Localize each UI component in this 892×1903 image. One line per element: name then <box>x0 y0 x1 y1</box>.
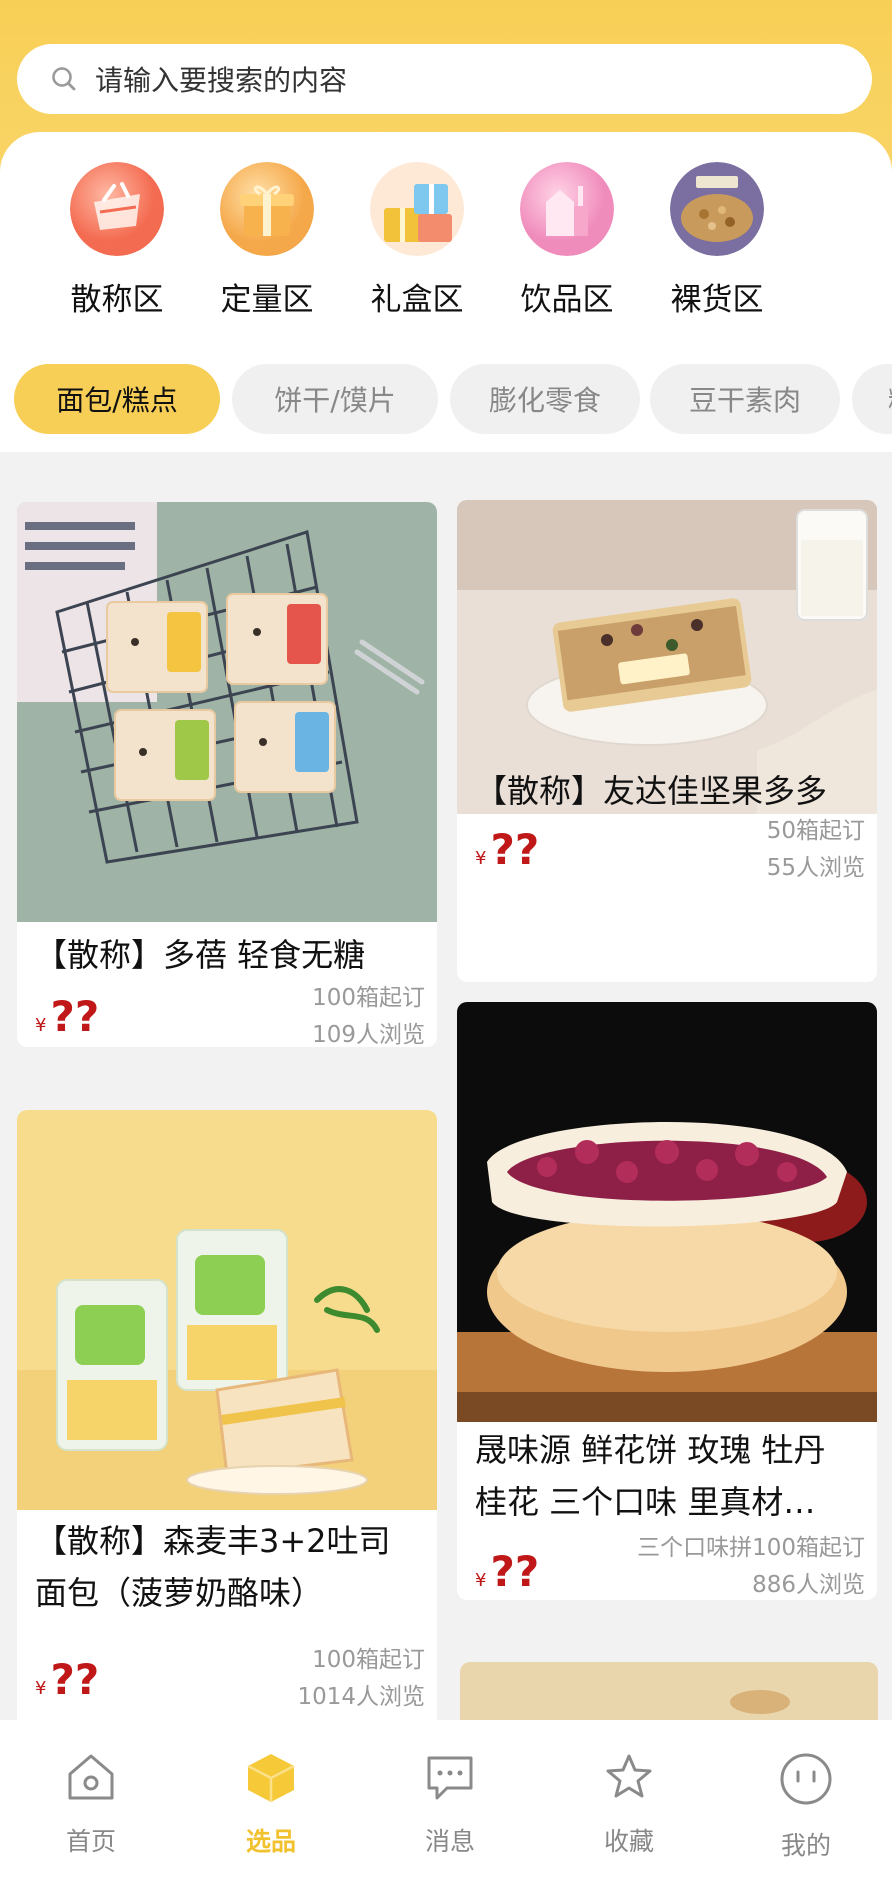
basket-icon <box>70 162 164 256</box>
title-line: 桂花 三个口味 里真材… <box>475 1483 816 1521</box>
min-order: 100箱起订 <box>312 1647 425 1673</box>
tab-favorites[interactable]: 收藏 <box>564 1750 694 1858</box>
product-image <box>460 1662 878 1720</box>
category-row: 散称区 定量区 礼盒区 饮品区 裸货区 <box>0 162 892 332</box>
product-price: ¥?? <box>35 1655 99 1704</box>
gift-boxes-icon <box>370 162 464 256</box>
product-price: ¥?? <box>475 825 539 874</box>
product-image <box>457 1002 877 1422</box>
category-label: 礼盒区 <box>370 282 464 318</box>
box-icon <box>247 1754 295 1802</box>
product-title: 【散称】森麦丰3+2吐司 面包（菠萝奶酪味） <box>35 1515 391 1619</box>
tab-biscuits[interactable]: 饼干/馍片 <box>232 364 438 434</box>
category-label: 定量区 <box>220 282 314 318</box>
tab-label: 收藏 <box>603 1827 654 1856</box>
product-image <box>17 502 437 922</box>
search-bar[interactable]: 请输入要搜索的内容 <box>17 44 872 114</box>
product-meta: 100箱起订 1014人浏览 <box>297 1642 425 1716</box>
product-meta: 100箱起订 109人浏览 <box>312 980 425 1047</box>
product-image <box>17 1110 437 1510</box>
price-amount: ?? <box>50 992 100 1041</box>
view-count: 886人浏览 <box>752 1572 865 1598</box>
title-line: 面包（菠萝奶酪味） <box>35 1574 324 1612</box>
product-feed[interactable]: 【散称】多蓓 轻食无糖 ¥?? 100箱起订 109人浏览 【散称】友达佳坚果多… <box>0 455 892 1720</box>
product-card[interactable]: 【散称】友达佳坚果多多 ¥?? 50箱起订 55人浏览 <box>457 500 877 982</box>
product-card[interactable]: 晟味源 鲜花饼 玫瑰 牡丹 桂花 三个口味 里真材… ¥?? 三个口味拼100箱… <box>457 1002 877 1600</box>
product-meta: 三个口味拼100箱起订 886人浏览 <box>637 1530 865 1600</box>
min-order: 100箱起订 <box>312 985 425 1011</box>
product-card[interactable]: 【散称】森麦丰3+2吐司 面包（菠萝奶酪味） ¥?? 100箱起订 1014人浏… <box>17 1110 437 1720</box>
drink-carton-icon <box>520 162 614 256</box>
home-icon <box>68 1754 114 1800</box>
search-icon <box>52 67 76 91</box>
status-bar <box>0 0 892 20</box>
view-count: 109人浏览 <box>312 1022 425 1047</box>
tab-label: 我的 <box>780 1831 831 1860</box>
message-icon <box>427 1756 473 1800</box>
price-amount: ?? <box>490 825 540 874</box>
subcategory-tabs: 面包/糕点 饼干/馍片 膨化零食 豆干素肉 糖 <box>0 364 892 434</box>
bottom-tab-bar: 首页 选品 消息 收藏 我的 <box>0 1720 892 1903</box>
category-label: 裸货区 <box>670 282 764 318</box>
profile-face-icon <box>780 1753 832 1805</box>
product-price: ¥?? <box>35 992 99 1041</box>
tab-home[interactable]: 首页 <box>26 1750 156 1858</box>
star-icon <box>606 1754 652 1798</box>
product-title: 【散称】多蓓 轻食无糖 <box>35 936 366 974</box>
category-unpackaged[interactable]: 裸货区 <box>637 162 797 319</box>
category-drinks[interactable]: 饮品区 <box>487 162 647 319</box>
category-fixed[interactable]: 定量区 <box>187 162 347 319</box>
product-card[interactable]: 【散称】多蓓 轻食无糖 ¥?? 100箱起订 109人浏览 <box>17 502 437 1047</box>
product-meta: 50箱起订 55人浏览 <box>767 813 865 887</box>
tab-bread-pastry[interactable]: 面包/糕点 <box>14 364 220 434</box>
category-panel: 散称区 定量区 礼盒区 饮品区 裸货区 面包/糕点 饼干/馍片 膨化零食 豆干素… <box>0 132 892 452</box>
category-label: 饮品区 <box>520 282 614 318</box>
tab-profile[interactable]: 我的 <box>741 1750 871 1862</box>
snack-photo-icon <box>670 162 764 256</box>
currency-symbol: ¥ <box>475 848 487 869</box>
min-order: 三个口味拼100箱起订 <box>637 1535 865 1561</box>
tab-label: 选品 <box>245 1827 296 1856</box>
tab-tofu-snacks[interactable]: 豆干素肉 <box>650 364 840 434</box>
product-title: 晟味源 鲜花饼 玫瑰 牡丹 桂花 三个口味 里真材… <box>475 1424 826 1528</box>
currency-symbol: ¥ <box>35 1015 47 1036</box>
currency-symbol: ¥ <box>35 1678 47 1699</box>
gift-box-icon <box>220 162 314 256</box>
view-count: 1014人浏览 <box>297 1684 425 1710</box>
price-amount: ?? <box>490 1547 540 1596</box>
product-title: 【散称】友达佳坚果多多 <box>475 772 828 810</box>
category-giftbox[interactable]: 礼盒区 <box>337 162 497 319</box>
tab-label: 首页 <box>65 1827 116 1856</box>
view-count: 55人浏览 <box>766 855 865 881</box>
price-amount: ?? <box>50 1655 100 1704</box>
min-order: 50箱起订 <box>766 818 865 844</box>
category-label: 散称区 <box>70 282 164 318</box>
category-bulk[interactable]: 散称区 <box>37 162 197 319</box>
title-line: 【散称】森麦丰3+2吐司 <box>35 1522 391 1560</box>
title-line: 晟味源 鲜花饼 玫瑰 牡丹 <box>475 1431 826 1469</box>
tab-puffed-snacks[interactable]: 膨化零食 <box>450 364 640 434</box>
search-placeholder: 请输入要搜索的内容 <box>95 64 348 97</box>
currency-symbol: ¥ <box>475 1570 487 1591</box>
product-price: ¥?? <box>475 1547 539 1596</box>
tab-selection[interactable]: 选品 <box>206 1750 336 1858</box>
tab-label: 消息 <box>424 1827 475 1856</box>
tab-messages[interactable]: 消息 <box>385 1750 515 1858</box>
tab-candy[interactable]: 糖 <box>852 364 892 434</box>
product-card[interactable] <box>460 1662 878 1720</box>
